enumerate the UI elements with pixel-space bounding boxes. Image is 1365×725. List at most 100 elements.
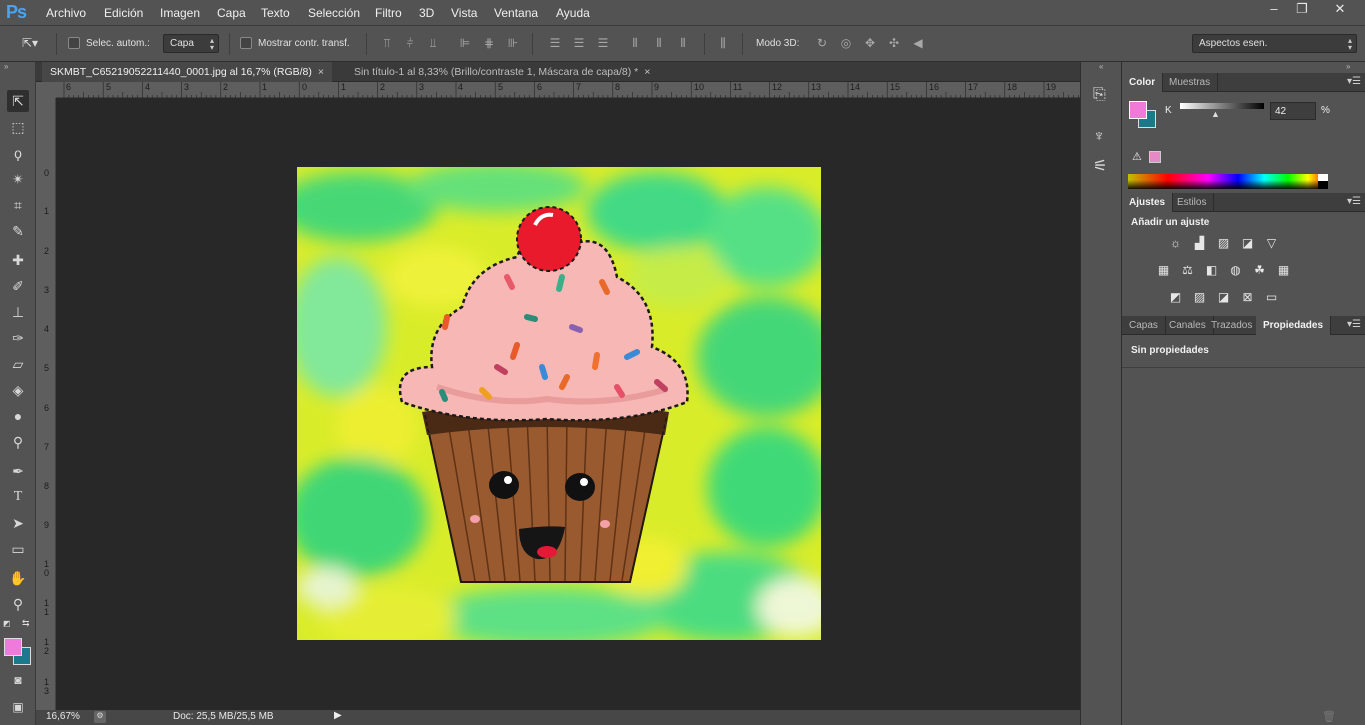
tab-color[interactable]: Color: [1122, 73, 1164, 92]
restore-button[interactable]: ❐: [1288, 0, 1316, 18]
vibrance-icon[interactable]: ▽: [1263, 236, 1280, 250]
align-top-icon[interactable]: ⫪: [380, 36, 394, 50]
foreground-color-swatch[interactable]: [4, 638, 22, 656]
distribute-bottom-icon[interactable]: ☰: [596, 36, 610, 50]
panel-menu-icon[interactable]: ▾☰: [1347, 196, 1361, 207]
document-image-cupcake[interactable]: [297, 167, 821, 640]
levels-icon[interactable]: ▟: [1191, 236, 1208, 250]
clone-stamp-tool-icon[interactable]: ⊥: [7, 301, 29, 323]
distribute-right-icon[interactable]: ⦀: [676, 36, 690, 50]
hand-tool-icon[interactable]: ✋: [7, 567, 29, 589]
color-balance-icon[interactable]: ⚖: [1179, 263, 1196, 277]
healing-brush-tool-icon[interactable]: ✚: [7, 249, 29, 271]
tab-document-2[interactable]: Sin título-1 al 8,33% (Brillo/contraste …: [346, 62, 658, 82]
tab-trazados[interactable]: Trazados: [1204, 316, 1261, 335]
channel-mixer-icon[interactable]: ☘: [1251, 263, 1268, 277]
auto-select-dropdown[interactable]: Capa ▴ ▾: [163, 34, 219, 53]
gamut-warning-icon[interactable]: ⚠: [1132, 150, 1142, 163]
brightness-contrast-icon[interactable]: ☼: [1167, 236, 1184, 250]
vertical-ruler[interactable]: 0 1 2 3 4 5 6 7 8 9 1 0 1 1 1 2 1 3: [36, 98, 56, 710]
close-button[interactable]: ✕: [1320, 0, 1360, 18]
exposure-icon[interactable]: ◪: [1239, 236, 1256, 250]
horizontal-ruler[interactable]: 6 5 4 3 2 1 0 1 2 3 4 5 6 7 8 9 10 11 12…: [56, 82, 1080, 98]
marquee-tool-icon[interactable]: ⬚: [7, 116, 29, 138]
magic-wand-tool-icon[interactable]: ✴: [7, 168, 29, 190]
tab-propiedades[interactable]: Propiedades: [1256, 316, 1332, 335]
screen-mode-icon[interactable]: ▣: [7, 696, 29, 718]
black-white-icon[interactable]: ◧: [1203, 263, 1220, 277]
selective-color-icon[interactable]: ⊠: [1239, 290, 1256, 304]
swap-colors-icon[interactable]: ⇆: [22, 618, 30, 629]
align-hcenter-icon[interactable]: ⋕: [482, 36, 496, 50]
pen-tool-icon[interactable]: ✒: [7, 460, 29, 482]
menu-ayuda[interactable]: Ayuda: [556, 6, 590, 20]
eyedropper-tool-icon[interactable]: ✎: [7, 220, 29, 242]
history-panel-icon[interactable]: ⎘: [1093, 86, 1106, 104]
hue-saturation-icon[interactable]: ▦: [1155, 263, 1172, 277]
gamut-warning-swatch[interactable]: [1149, 151, 1161, 163]
tab-capas[interactable]: Capas: [1122, 316, 1166, 335]
rectangle-tool-icon[interactable]: ▭: [7, 538, 29, 560]
tab-estilos[interactable]: Estilos: [1170, 193, 1215, 212]
menu-ventana[interactable]: Ventana: [494, 6, 538, 20]
minimize-button[interactable]: –: [1260, 0, 1288, 18]
ramp-white-swatch[interactable]: [1318, 174, 1328, 181]
path-selection-tool-icon[interactable]: ➤: [7, 512, 29, 534]
distribute-top-icon[interactable]: ☰: [548, 36, 562, 50]
dodge-tool-icon[interactable]: ⚲: [7, 431, 29, 453]
brush-panel-icon[interactable]: ♆: [1093, 128, 1105, 146]
menu-seleccion[interactable]: Selección: [308, 6, 360, 20]
pan-3d-icon[interactable]: ✥: [863, 36, 877, 50]
status-menu-arrow-icon[interactable]: ▶: [334, 710, 342, 721]
zoom-tool-icon[interactable]: ⚲: [7, 593, 29, 615]
zoom-level[interactable]: 16,67%: [46, 711, 80, 722]
k-slider-thumb[interactable]: ▲: [1211, 109, 1220, 119]
color-panel-foreground-swatch[interactable]: [1129, 101, 1147, 119]
menu-filtro[interactable]: Filtro: [375, 6, 402, 20]
menu-edicion[interactable]: Edición: [104, 6, 143, 20]
menu-texto[interactable]: Texto: [261, 6, 290, 20]
panel-menu-icon[interactable]: ▾☰: [1347, 76, 1361, 87]
share-icon[interactable]: ⚙: [94, 711, 106, 723]
brush-tool-icon[interactable]: ✐: [7, 275, 29, 297]
color-lookup-icon[interactable]: ▦: [1275, 263, 1292, 277]
auto-select-checkbox[interactable]: [68, 37, 80, 49]
scale-3d-icon[interactable]: ◀: [911, 36, 925, 50]
menu-imagen[interactable]: Imagen: [160, 6, 200, 20]
close-tab-icon[interactable]: ×: [644, 66, 650, 78]
crop-tool-icon[interactable]: ⌗: [7, 194, 29, 216]
threshold-icon[interactable]: ◪: [1215, 290, 1232, 304]
menu-archivo[interactable]: Archivo: [46, 6, 86, 20]
collapse-strip-icon[interactable]: «: [1099, 62, 1103, 71]
roll-3d-icon[interactable]: ◎: [839, 36, 853, 50]
history-brush-tool-icon[interactable]: ✑: [7, 327, 29, 349]
blur-tool-icon[interactable]: ●: [7, 405, 29, 427]
k-value-input[interactable]: 42: [1270, 102, 1316, 120]
align-bottom-icon[interactable]: ⫫: [426, 36, 440, 50]
workspace-dropdown[interactable]: Aspectos esen. ▴ ▾: [1192, 34, 1357, 53]
photo-filter-icon[interactable]: ◍: [1227, 263, 1244, 277]
eraser-tool-icon[interactable]: ▱: [7, 353, 29, 375]
menu-3d[interactable]: 3D: [419, 6, 434, 20]
posterize-icon[interactable]: ▨: [1191, 290, 1208, 304]
align-vcenter-icon[interactable]: ⫩: [403, 36, 417, 50]
move-tool-preset-icon[interactable]: ⇱▾: [20, 36, 40, 50]
quick-mask-icon[interactable]: ◙: [7, 669, 29, 691]
type-tool-icon[interactable]: T: [7, 486, 29, 508]
ramp-black-swatch[interactable]: [1318, 181, 1328, 189]
invert-icon[interactable]: ◩: [1167, 290, 1184, 304]
tab-document-1[interactable]: SKMBT_C65219052211440_0001.jpg al 16,7% …: [42, 62, 333, 82]
trash-icon[interactable]: 🗑: [1322, 710, 1336, 723]
distribute-hcenter-icon[interactable]: ⦀: [652, 36, 666, 50]
menu-capa[interactable]: Capa: [217, 6, 246, 20]
lasso-tool-icon[interactable]: ϙ: [7, 142, 29, 164]
align-left-icon[interactable]: ⊫: [458, 36, 472, 50]
auto-align-icon[interactable]: ⫼: [716, 36, 730, 50]
distribute-left-icon[interactable]: ⦀: [628, 36, 642, 50]
show-transform-checkbox[interactable]: [240, 37, 252, 49]
panel-menu-icon[interactable]: ▾☰: [1347, 319, 1361, 330]
tab-muestras[interactable]: Muestras: [1162, 73, 1219, 92]
k-slider-track[interactable]: [1180, 103, 1264, 109]
align-right-icon[interactable]: ⊪: [506, 36, 520, 50]
menu-vista[interactable]: Vista: [451, 6, 477, 20]
